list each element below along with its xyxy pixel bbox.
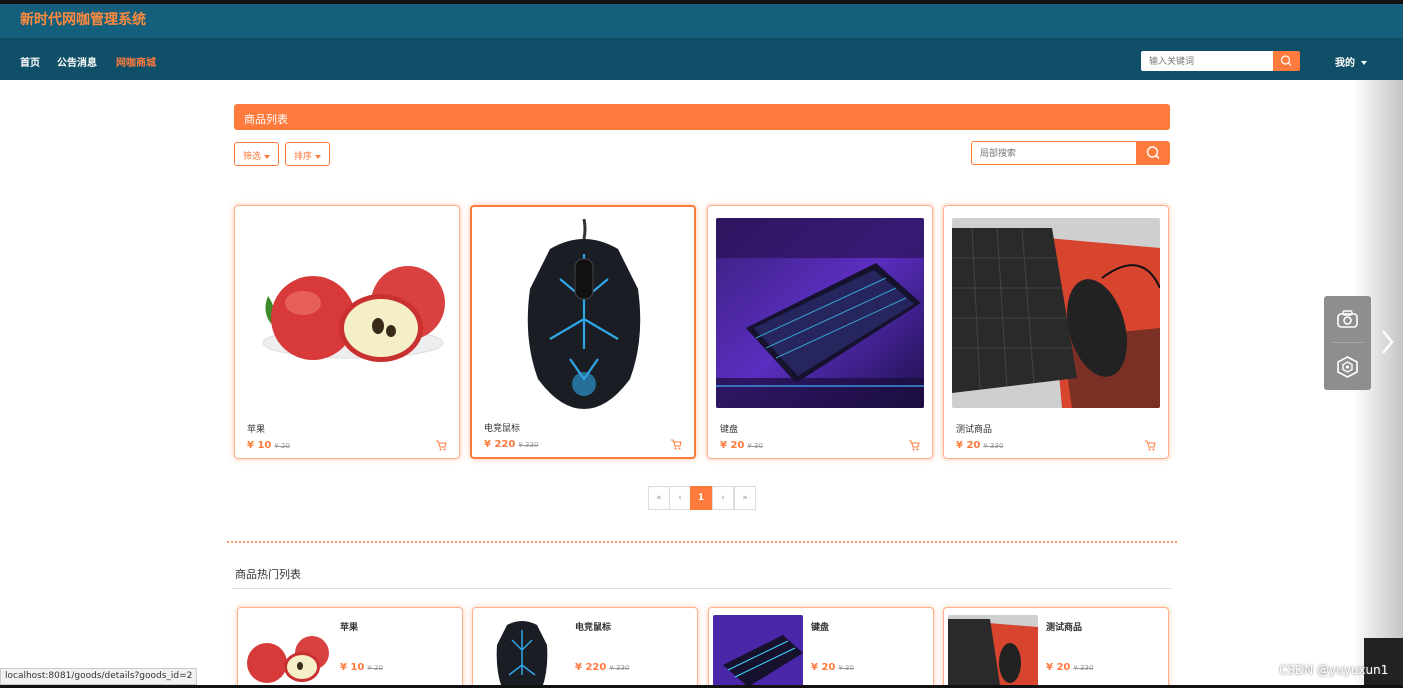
keyboard-image	[716, 218, 924, 408]
product-name[interactable]: 苹果	[247, 422, 265, 435]
product-image-test[interactable]	[952, 218, 1160, 408]
current-price: ¥ 220	[575, 662, 607, 673]
chevron-down-icon	[315, 154, 322, 159]
local-search-input[interactable]	[971, 141, 1137, 165]
apple-image	[242, 615, 332, 688]
nav-notices[interactable]: 公告消息	[57, 54, 97, 69]
pagination-next[interactable]: ›	[712, 486, 734, 510]
keyboard-mouse-pad-image	[948, 615, 1038, 688]
local-search-button[interactable]	[1137, 141, 1170, 165]
section-divider	[227, 541, 1177, 543]
product-card[interactable]: 苹果 ¥ 10 ¥ 20	[234, 205, 460, 459]
nav-search-button[interactable]	[1273, 51, 1300, 71]
product-price: ¥ 20 ¥ 30	[720, 440, 763, 451]
hot-product-name[interactable]: 电竞鼠标	[575, 620, 611, 633]
hot-product-name[interactable]: 测试商品	[1046, 620, 1082, 633]
hot-product-card[interactable]: 键盘 ¥ 20 ¥ 30	[708, 607, 934, 688]
user-menu[interactable]: 我的	[1335, 54, 1367, 69]
current-price: ¥ 220	[484, 439, 516, 450]
chevron-down-icon	[264, 154, 271, 159]
hot-product-price: ¥ 220 ¥ 330	[575, 662, 629, 673]
cart-icon[interactable]	[1144, 439, 1156, 451]
filter-label: 筛选	[243, 152, 262, 162]
sort-label: 排序	[294, 152, 313, 162]
pagination-last[interactable]: »	[734, 486, 756, 510]
product-name[interactable]: 测试商品	[956, 422, 992, 435]
hot-product-card[interactable]: 苹果 ¥ 10 ¥ 20	[237, 607, 463, 688]
sort-dropdown[interactable]: 排序	[285, 142, 331, 166]
panel-divider	[1332, 342, 1363, 343]
nav-search-input[interactable]	[1141, 51, 1273, 71]
app-header: 新时代网咖管理系统	[0, 4, 1403, 38]
hot-product-image[interactable]	[948, 615, 1038, 688]
product-name[interactable]: 键盘	[720, 422, 738, 435]
hot-product-image[interactable]	[713, 615, 803, 688]
browser-frame: 新时代网咖管理系统 首页 公告消息 网咖商城 我的 商品列表 筛选 排序	[0, 0, 1403, 688]
watermark: CSDN @yuyuxun1	[1279, 663, 1389, 677]
product-image-apple[interactable]	[243, 218, 451, 408]
hot-product-card[interactable]: 测试商品 ¥ 20 ¥ 330	[943, 607, 1169, 688]
hot-list-title: 商品热门列表	[235, 568, 301, 581]
hexagon-scan-icon[interactable]	[1337, 356, 1358, 378]
old-price: ¥ 30	[747, 442, 763, 450]
nav-home[interactable]: 首页	[20, 54, 40, 69]
old-price: ¥ 20	[274, 442, 290, 450]
keyboard-image	[713, 615, 803, 688]
current-price: ¥ 10	[340, 662, 365, 673]
current-price: ¥ 20	[1046, 662, 1071, 673]
user-menu-label: 我的	[1335, 58, 1355, 69]
apple-image	[243, 218, 451, 408]
nav-mall[interactable]: 网咖商城	[116, 54, 156, 69]
product-list-header: 商品列表	[234, 104, 1170, 130]
app-title: 新时代网咖管理系统	[20, 12, 146, 28]
old-price: ¥ 330	[983, 442, 1004, 450]
dark-corner-widget	[1364, 638, 1403, 685]
hot-product-price: ¥ 10 ¥ 20	[340, 662, 383, 673]
hot-product-price: ¥ 20 ¥ 330	[1046, 662, 1093, 673]
current-price: ¥ 20	[956, 440, 981, 451]
old-price: ¥ 30	[838, 664, 854, 672]
status-bar-url: localhost:8081/goods/details?goods_id=2	[0, 668, 198, 685]
floating-tool-panel	[1324, 296, 1371, 390]
product-price: ¥ 220 ¥ 330	[484, 439, 538, 450]
cart-icon[interactable]	[908, 439, 920, 451]
product-image-mouse[interactable]	[480, 219, 688, 409]
current-price: ¥ 20	[811, 662, 836, 673]
chevron-right-icon[interactable]	[1380, 328, 1394, 356]
hot-product-image[interactable]	[477, 615, 567, 688]
search-icon	[1146, 146, 1160, 159]
keyboard-mouse-pad-image	[952, 218, 1160, 408]
pagination-current[interactable]: 1	[690, 486, 712, 510]
search-icon	[1280, 55, 1292, 66]
top-navbar: 首页 公告消息 网咖商城 我的	[0, 38, 1403, 80]
pagination-first[interactable]: «	[648, 486, 670, 510]
chevron-down-icon	[1361, 61, 1367, 65]
product-card[interactable]: 键盘 ¥ 20 ¥ 30	[707, 205, 933, 459]
old-price: ¥ 330	[518, 441, 539, 449]
cart-icon[interactable]	[670, 438, 682, 450]
camera-icon[interactable]	[1337, 310, 1358, 328]
hot-product-image[interactable]	[242, 615, 332, 688]
gaming-mouse-image	[480, 219, 688, 409]
product-card[interactable]: 测试商品 ¥ 20 ¥ 330	[943, 205, 1169, 459]
product-card[interactable]: 电竞鼠标 ¥ 220 ¥ 330	[470, 205, 696, 459]
old-price: ¥ 330	[609, 664, 630, 672]
product-image-keyboard[interactable]	[716, 218, 924, 408]
old-price: ¥ 20	[367, 664, 383, 672]
current-price: ¥ 10	[247, 440, 272, 451]
hot-product-price: ¥ 20 ¥ 30	[811, 662, 854, 673]
hot-product-name[interactable]: 键盘	[811, 620, 829, 633]
product-name[interactable]: 电竞鼠标	[484, 421, 520, 434]
filter-dropdown[interactable]: 筛选	[234, 142, 280, 166]
hot-list-underline	[232, 588, 1172, 589]
hot-product-card[interactable]: 电竞鼠标 ¥ 220 ¥ 330	[472, 607, 698, 688]
cart-icon[interactable]	[435, 439, 447, 451]
product-price: ¥ 20 ¥ 330	[956, 440, 1003, 451]
old-price: ¥ 330	[1073, 664, 1094, 672]
product-price: ¥ 10 ¥ 20	[247, 440, 290, 451]
gaming-mouse-image	[477, 615, 567, 688]
pagination-prev[interactable]: ‹	[669, 486, 691, 510]
current-price: ¥ 20	[720, 440, 745, 451]
hot-product-name[interactable]: 苹果	[340, 620, 358, 633]
